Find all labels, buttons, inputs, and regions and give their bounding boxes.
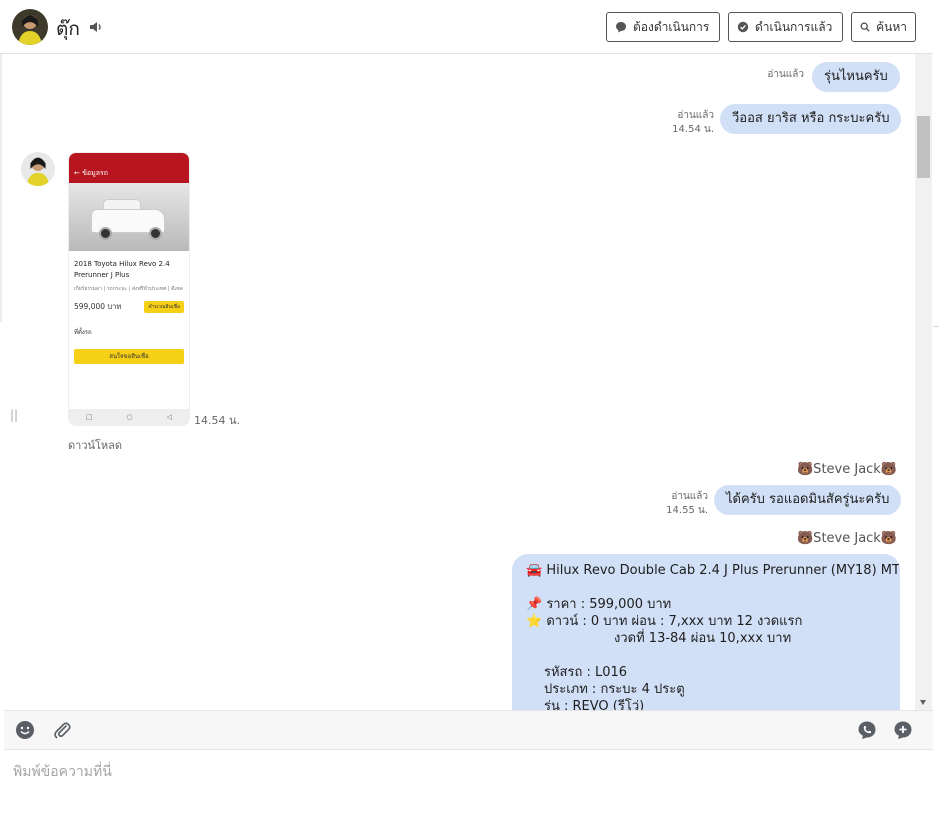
message-input[interactable] <box>4 751 933 827</box>
read-status: อ่านแล้ว <box>767 69 804 80</box>
chat-bubble-icon <box>616 22 626 33</box>
image-message[interactable]: ← ข้อมูลรถ 2018 Toyota Hilux Revo 2.4 Pr… <box>68 152 190 426</box>
sender-name: 🐻Steve Jack🐻 <box>797 531 898 546</box>
todo-button[interactable]: ต้องดำเนินการ <box>606 12 720 42</box>
chat-call-icon[interactable] <box>857 720 877 740</box>
sender-name: 🐻Steve Jack🐻 <box>797 462 898 477</box>
speaker-icon[interactable] <box>88 19 104 35</box>
message-bubble[interactable]: วีออส ยาริส หรือ กระบะครับ <box>720 104 902 134</box>
done-button[interactable]: ดำเนินการแล้ว <box>728 12 843 42</box>
message-time: 14.55 น. <box>666 505 708 516</box>
search-icon <box>860 22 870 32</box>
message-time: 14.54 น. <box>194 414 241 427</box>
card-line: รหัสรถ : L016 <box>544 665 628 680</box>
card-line: ⭐ ดาวน์ : 0 บาท ผ่อน : 7,xxx บาท 12 งวดแ… <box>526 614 803 629</box>
card-line: 📌 ราคา : 599,000 บาท <box>526 597 672 612</box>
contact-name: ตุ๊ก <box>56 18 80 40</box>
card-line: 🚘 Hilux Revo Double Cab 2.4 J Plus Preru… <box>526 563 900 578</box>
contact-avatar[interactable] <box>21 152 55 186</box>
car-photo <box>69 183 189 251</box>
car-price-row: 599,000 บาท คำนวณสินเชื่อ <box>69 297 189 317</box>
emoji-icon[interactable] <box>15 720 35 740</box>
location-heading: ที่ตั้งรถ <box>74 329 92 336</box>
left-divider <box>0 54 2 322</box>
phone-topbar: ← ข้อมูลรถ <box>69 153 189 183</box>
card-line: งวดที่ 13-84 ผ่อน 10,xxx บาท <box>614 631 792 646</box>
message-bubble[interactable]: รุ่นไหนครับ <box>812 62 900 92</box>
message-meta: อ่านแล้ว 14.55 น. <box>638 490 708 518</box>
attachment-icon[interactable] <box>52 720 72 740</box>
done-label: ดำเนินการแล้ว <box>755 19 833 34</box>
contact-avatar[interactable] <box>12 9 48 45</box>
loan-calc-button: คำนวณสินเชื่อ <box>144 301 184 313</box>
read-status: อ่านแล้ว <box>671 491 708 502</box>
phone-navbar: □ ○ ◁ <box>69 409 189 425</box>
download-link[interactable]: ดาวน์โหลด <box>68 436 122 454</box>
car-tags: เกียร์ธรรมดา | รถกระบะ | ส่งฟรีทั่วประเท… <box>74 286 183 292</box>
chat-check-icon <box>737 21 749 33</box>
todo-label: ต้องดำเนินการ <box>633 19 710 34</box>
resize-handle[interactable]: || <box>10 408 18 422</box>
car-details-message[interactable]: 🚘 Hilux Revo Double Cab 2.4 J Plus Preru… <box>512 554 900 710</box>
chat-header: ตุ๊ก ต้องดำเนินการ ดำเนินการแล้ว ค้นหา <box>0 0 933 54</box>
car-title: 2018 Toyota Hilux Revo 2.4 Prerunner J P… <box>74 260 170 279</box>
chat-messages[interactable]: อ่านแล้ว รุ่นไหนครับ อ่านแล้ว 14.54 น. ว… <box>4 54 933 710</box>
car-price: 599,000 บาท <box>74 302 122 311</box>
apply-loan-button: สนใจขอสินเชื่อ <box>74 349 184 364</box>
card-line: ประเภท : กระบะ 4 ประตู <box>544 682 685 697</box>
card-line: รุ่น : REVO (รีโว่) <box>544 699 645 710</box>
read-status: อ่านแล้ว <box>677 110 714 121</box>
chat-scrollbar[interactable] <box>915 54 932 710</box>
search-label: ค้นหา <box>876 19 907 34</box>
phone-topbar-label: ข้อมูลรถ <box>82 169 108 177</box>
right-divider <box>933 0 939 827</box>
scrollbar-thumb[interactable] <box>917 116 930 178</box>
scroll-down-arrow[interactable] <box>920 700 926 705</box>
composer-toolbar <box>4 710 933 750</box>
message-meta: อ่านแล้ว 14.54 น. <box>644 109 714 137</box>
search-button[interactable]: ค้นหา <box>851 12 916 42</box>
message-time: 14.54 น. <box>672 124 714 135</box>
message-bubble[interactable]: ได้ครับ รอแอดมินสัครู่นะครับ <box>714 485 902 515</box>
add-chat-icon[interactable] <box>893 720 913 740</box>
